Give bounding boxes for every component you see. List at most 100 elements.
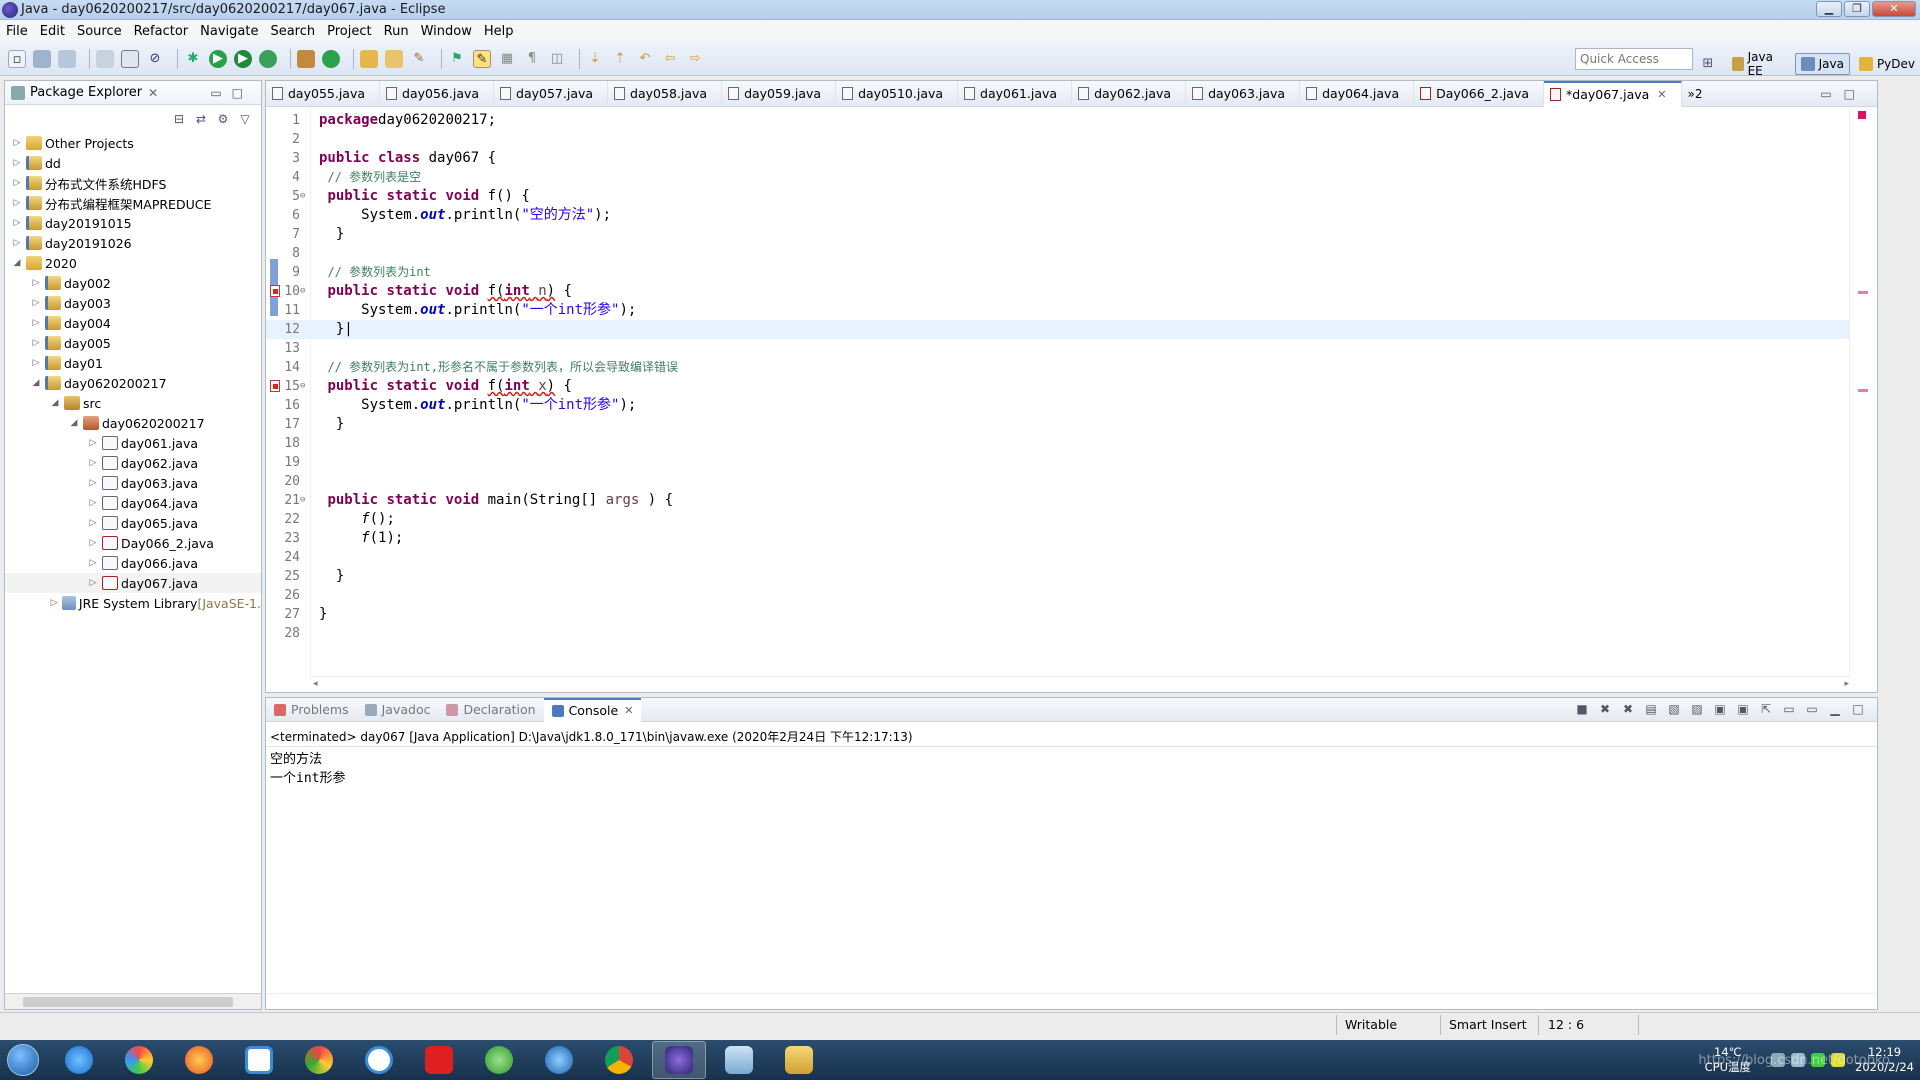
taskbar-baidu-netdisk[interactable] [352, 1041, 406, 1079]
toggle-highlight-icon[interactable]: ✎ [473, 49, 491, 68]
perspective-java[interactable]: Java [1794, 53, 1850, 75]
taskbar-ie-2[interactable] [532, 1041, 586, 1079]
tree-item[interactable]: ▷ day062.java [5, 453, 261, 473]
tree-item[interactable]: ▷ dd [5, 153, 261, 173]
editor-tab[interactable]: day062.java [1072, 80, 1187, 107]
coverage-icon[interactable]: ▶ [234, 49, 252, 68]
terminal-icon[interactable] [121, 49, 139, 68]
fold-toggle-icon[interactable]: ⊖ [300, 187, 310, 206]
tree-item[interactable]: ▷ day20191015 [5, 213, 261, 233]
horizontal-scrollbar[interactable] [5, 993, 261, 1009]
tree-item[interactable]: ▷ JRE System Library [JavaSE-1. [5, 593, 261, 613]
collapsed-arrow-icon[interactable]: ▷ [87, 438, 99, 448]
fold-toggle-icon[interactable]: ⊖ [300, 491, 310, 510]
collapsed-arrow-icon[interactable]: ▷ [87, 518, 99, 528]
scroll-lock-icon[interactable]: ▤ [1642, 702, 1660, 718]
save-icon[interactable] [33, 49, 51, 68]
taskbar-firefox[interactable] [172, 1041, 226, 1079]
editor-tab[interactable]: day0510.java [836, 80, 959, 107]
tab-javadoc[interactable]: Javadoc [357, 698, 439, 722]
console-output[interactable]: 空的方法 一个int形参 [270, 750, 345, 788]
show-on-output-icon[interactable]: ▣ [1711, 702, 1729, 718]
print-icon[interactable] [96, 49, 114, 68]
collapsed-arrow-icon[interactable]: ▷ [30, 278, 42, 288]
close-icon[interactable]: ✕ [1657, 88, 1666, 101]
error-marker[interactable] [1858, 291, 1868, 294]
taskbar-explorer[interactable] [772, 1041, 826, 1079]
remove-launch-icon[interactable]: ✖ [1596, 702, 1614, 718]
tab-problems[interactable]: Problems [266, 698, 357, 722]
collapsed-arrow-icon[interactable]: ▷ [11, 238, 23, 248]
open-type-icon[interactable] [360, 49, 378, 68]
pin-console-icon[interactable]: ⇱ [1757, 702, 1775, 718]
tree-item[interactable]: ▷ day004 [5, 313, 261, 333]
collapsed-arrow-icon[interactable]: ▷ [30, 338, 42, 348]
collapsed-arrow-icon[interactable]: ▷ [87, 578, 99, 588]
quick-access-input[interactable]: Quick Access [1575, 48, 1693, 70]
skip-breakpoints-icon[interactable]: ⊘ [146, 50, 164, 68]
open-console-icon[interactable]: ▭ [1803, 702, 1821, 718]
fold-toggle-icon[interactable]: ⊖ [300, 377, 310, 396]
expanded-arrow-icon[interactable]: ◢ [68, 418, 80, 428]
close-icon[interactable]: ✕ [148, 86, 158, 100]
compile-error-icon[interactable] [270, 285, 280, 297]
forward-icon[interactable]: ⇨ [686, 50, 704, 68]
tree-item[interactable]: ▷ day064.java [5, 493, 261, 513]
collapsed-arrow-icon[interactable]: ▷ [87, 478, 99, 488]
maximize-view-icon[interactable]: □ [1849, 702, 1867, 718]
show-on-error-icon[interactable]: ▣ [1734, 702, 1752, 718]
show-whitespace-icon[interactable]: ¶ [523, 50, 541, 68]
tree-item[interactable]: ▷ day063.java [5, 473, 261, 493]
error-summary-icon[interactable] [1858, 111, 1866, 119]
minimize-button[interactable]: ▁ [1816, 1, 1842, 17]
code-area[interactable]: 1 packageday0620200217; 2 3 public class day… [266, 107, 1849, 677]
previous-annotation-icon[interactable]: ⇡ [611, 50, 629, 68]
tree-item[interactable]: ◢ 2020 [5, 253, 261, 273]
tree-item[interactable]: ▷ Day066_2.java [5, 533, 261, 553]
menu-run[interactable]: Run [384, 24, 409, 39]
collapsed-arrow-icon[interactable]: ▷ [30, 318, 42, 328]
menu-project[interactable]: Project [327, 24, 371, 39]
menu-edit[interactable]: Edit [40, 24, 65, 39]
tab-console[interactable]: Console ✕ [543, 697, 642, 722]
menu-refactor[interactable]: Refactor [134, 24, 189, 39]
overview-ruler[interactable] [1849, 107, 1877, 677]
compile-error-icon[interactable] [270, 380, 280, 392]
tree-item[interactable]: ▷ day061.java [5, 433, 261, 453]
close-icon[interactable]: ✕ [624, 704, 633, 717]
tree-item[interactable]: ▷ day01 [5, 353, 261, 373]
new-icon[interactable]: ▫ [8, 49, 26, 68]
collapsed-arrow-icon[interactable]: ▷ [30, 358, 42, 368]
collapsed-arrow-icon[interactable]: ▷ [87, 558, 99, 568]
open-folder-icon[interactable] [385, 49, 403, 68]
tree-item[interactable]: ▷ 分布式编程框架MAPREDUCE [5, 193, 261, 213]
debug-icon[interactable]: ✱ [184, 50, 202, 68]
tree-item[interactable]: ▷ day065.java [5, 513, 261, 533]
collapsed-arrow-icon[interactable]: ▷ [11, 218, 23, 228]
taskbar-eclipse[interactable] [652, 1041, 706, 1079]
external-tools-icon[interactable] [259, 49, 277, 68]
editor-tab[interactable]: *day067.java ✕ [1544, 80, 1682, 107]
fold-toggle-icon[interactable]: ⊖ [300, 282, 310, 301]
editor-tab[interactable]: day057.java [494, 80, 609, 107]
filter-icon[interactable]: ⚙ [215, 112, 231, 126]
editor-tab[interactable]: day063.java [1186, 80, 1301, 107]
taskbar-chrome-old[interactable] [292, 1041, 346, 1079]
open-perspective-icon[interactable]: ⊞ [1700, 55, 1716, 73]
taskbar-chrome[interactable] [592, 1041, 646, 1079]
collapsed-arrow-icon[interactable]: ▷ [11, 138, 23, 148]
taskbar-app-12[interactable] [712, 1041, 766, 1079]
remove-all-terminated-icon[interactable]: ✖ [1619, 702, 1637, 718]
editor-tab[interactable]: day056.java [380, 80, 495, 107]
clear-console-icon[interactable]: ▨ [1688, 702, 1706, 718]
word-wrap-icon[interactable]: ▧ [1665, 702, 1683, 718]
search-icon[interactable]: ✎ [410, 50, 428, 68]
editor-tab[interactable]: day059.java [722, 80, 837, 107]
menu-window[interactable]: Window [421, 24, 472, 39]
collapsed-arrow-icon[interactable]: ▷ [30, 298, 42, 308]
tree-item[interactable]: ▷ day003 [5, 293, 261, 313]
perspective-pydev[interactable]: PyDev [1854, 54, 1920, 74]
last-edit-icon[interactable]: ↶ [636, 50, 654, 68]
tree-item[interactable]: ▷ day002 [5, 273, 261, 293]
pin-icon[interactable]: ◫ [548, 50, 566, 68]
